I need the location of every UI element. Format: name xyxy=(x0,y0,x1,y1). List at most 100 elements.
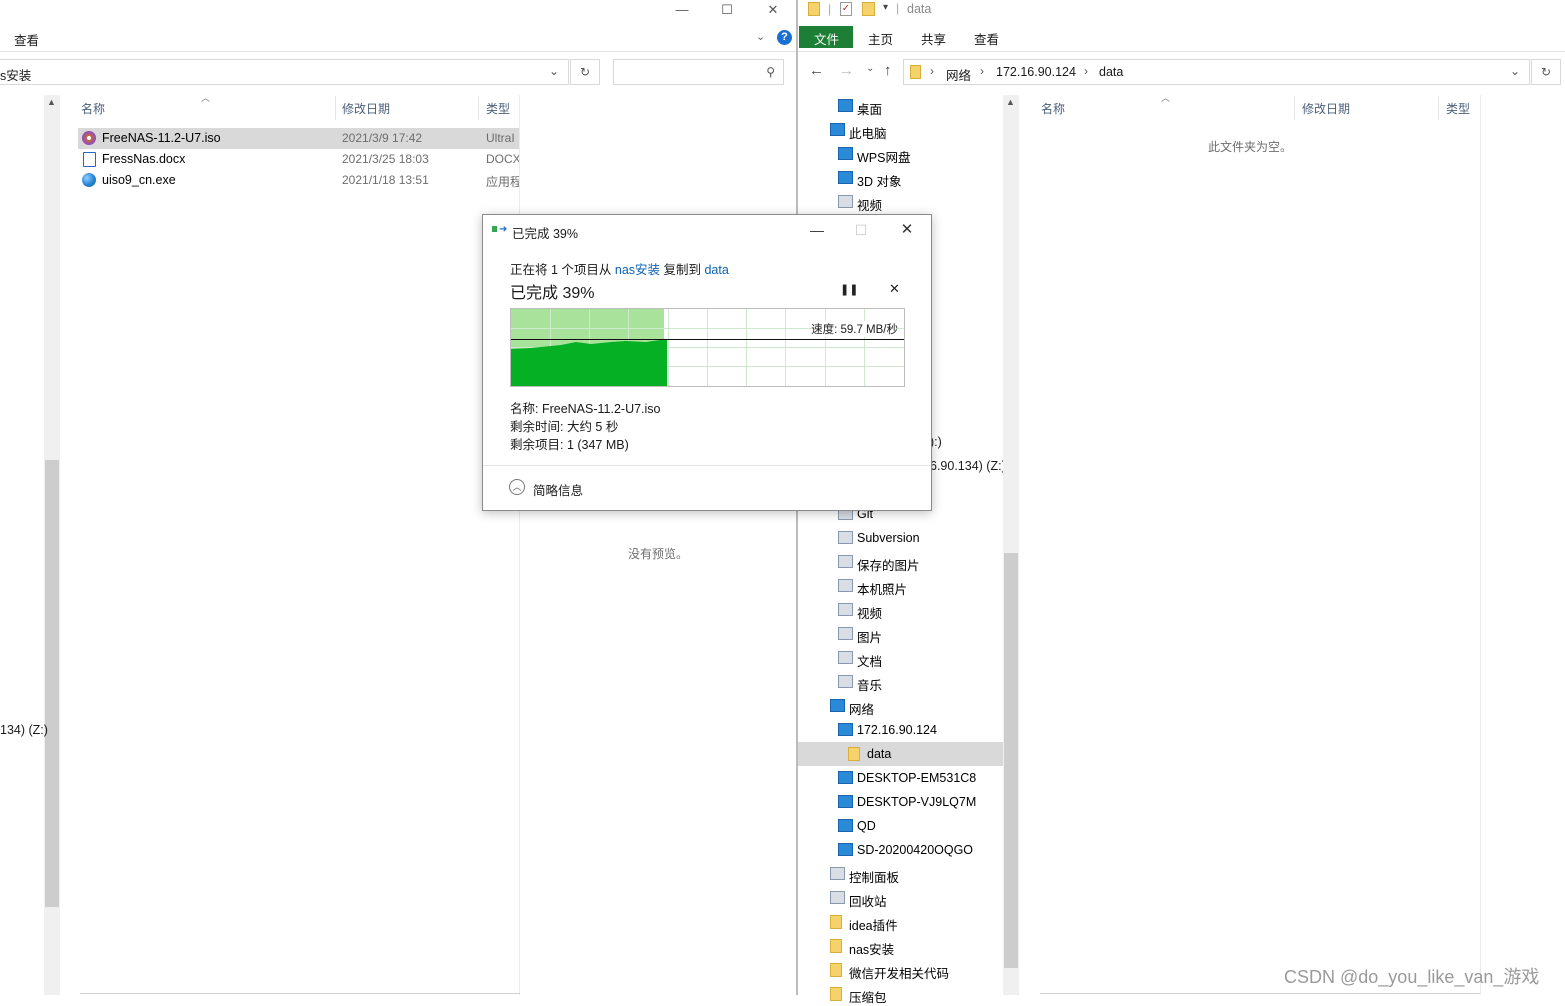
nav-item[interactable]: 本机照片 xyxy=(798,574,1003,598)
close-button[interactable]: ✕ xyxy=(750,0,796,22)
nav-item[interactable]: Subversion xyxy=(798,526,1003,550)
nav-item[interactable]: 文档 xyxy=(798,646,1003,670)
nav-item[interactable]: 3D 对象 xyxy=(798,166,1003,190)
cloud-icon xyxy=(838,147,853,160)
file-type: DOCX xyxy=(486,152,519,166)
tab-home[interactable]: 主页 xyxy=(868,29,893,48)
address-bar[interactable]: › 网络 › 172.16.90.124 › data ⌄ xyxy=(903,59,1530,85)
drive-label-fragment[interactable]: 134) (Z:) xyxy=(0,723,48,737)
column-type[interactable]: 类型 xyxy=(1446,100,1470,117)
nav-item[interactable]: 172.16.90.124 xyxy=(798,718,1003,742)
breadcrumb-chevron-icon[interactable]: › xyxy=(930,64,934,78)
refresh-button[interactable]: ↻ xyxy=(570,59,600,85)
address-dropdown-icon[interactable]: ⌄ xyxy=(549,64,559,78)
dialog-minimize-button[interactable]: — xyxy=(797,219,837,241)
nav-item[interactable]: 音乐 xyxy=(798,670,1003,694)
back-button[interactable]: ← xyxy=(809,62,824,79)
column-type[interactable]: 类型 xyxy=(486,100,510,117)
nav-item[interactable]: 网络 xyxy=(798,694,1003,718)
forward-button[interactable]: → xyxy=(839,62,854,79)
nav-item[interactable]: 桌面 xyxy=(798,94,1003,118)
up-button[interactable]: ↑ xyxy=(884,62,892,79)
nav-item[interactable]: nas安装 xyxy=(798,934,1003,958)
scroll-up-icon[interactable]: ▲ xyxy=(1006,97,1015,107)
copy-description: 正在将 1 个项目从 nas安装 复制到 data xyxy=(510,263,729,277)
nav-item[interactable]: 视频 xyxy=(798,598,1003,622)
qat-new-folder-icon[interactable] xyxy=(862,2,875,16)
nav-item-label: 172.16.90.124 xyxy=(857,723,937,737)
copy-transfer-icon: ➜ xyxy=(492,225,508,235)
nav-fragment[interactable]: 6.90.134) (Z:) xyxy=(930,459,1006,473)
ribbon-expand-icon[interactable]: ⌄ xyxy=(756,30,765,43)
source-link[interactable]: nas安装 xyxy=(615,263,660,277)
nav-item[interactable]: data xyxy=(798,742,1003,766)
address-bar[interactable]: s安装 ⌄ xyxy=(0,59,569,85)
tab-file[interactable]: 文件 xyxy=(799,26,853,48)
tab-view[interactable]: 查看 xyxy=(974,29,999,48)
destination-link[interactable]: data xyxy=(704,263,728,277)
nav-item[interactable]: QD xyxy=(798,814,1003,838)
address-dropdown-icon[interactable]: ⌄ xyxy=(1510,64,1520,78)
nav-item[interactable]: 图片 xyxy=(798,622,1003,646)
refresh-button[interactable]: ↻ xyxy=(1531,59,1561,85)
scroll-up-icon[interactable]: ▲ xyxy=(47,97,56,107)
column-modified[interactable]: 修改日期 xyxy=(1302,100,1350,117)
file-row[interactable]: FreeNAS-11.2-U7.iso 2021/3/9 17:42 Ultra… xyxy=(78,128,519,149)
nav-item-label: 视频 xyxy=(857,199,883,213)
recent-locations-icon[interactable]: ⌄ xyxy=(866,63,874,74)
nav-item[interactable]: 微信开发相关代码 xyxy=(798,958,1003,982)
column-name[interactable]: 名称 xyxy=(1041,100,1065,117)
nav-item[interactable]: 压缩包 xyxy=(798,982,1003,1006)
documents-icon xyxy=(838,651,853,664)
qat-dropdown-icon[interactable]: ▾ xyxy=(883,2,888,13)
nav-item[interactable]: 此电脑 xyxy=(798,118,1003,142)
help-icon[interactable]: ? xyxy=(777,30,792,45)
nav-item[interactable]: DESKTOP-EM531C8 xyxy=(798,766,1003,790)
search-input[interactable]: ⚲ xyxy=(613,59,784,85)
no-preview-text: 没有预览。 xyxy=(628,547,689,561)
nav-item[interactable]: 控制面板 xyxy=(798,862,1003,886)
file-modified: 2021/1/18 13:51 xyxy=(342,173,429,187)
minimize-button[interactable]: — xyxy=(659,0,705,22)
breadcrumb-chevron-icon[interactable]: › xyxy=(980,64,984,78)
file-name: FreeNAS-11.2-U7.iso xyxy=(102,131,221,145)
dialog-title: 已完成 39% xyxy=(512,227,578,241)
qat-folder-icon[interactable] xyxy=(808,2,820,16)
maximize-button[interactable]: ☐ xyxy=(704,0,750,22)
less-details-button[interactable]: ︿ 简略信息 xyxy=(509,479,629,499)
breadcrumb-host[interactable]: 172.16.90.124 xyxy=(996,65,1076,79)
column-name[interactable]: 名称 xyxy=(81,100,105,117)
file-row[interactable]: uiso9_cn.exe 2021/1/18 13:51 应用程 xyxy=(78,170,519,191)
nav-item[interactable]: DESKTOP-VJ9LQ7M xyxy=(798,790,1003,814)
nav-item[interactable]: 保存的图片 xyxy=(798,550,1003,574)
pictures-icon xyxy=(838,579,853,592)
nav-item-label: DESKTOP-VJ9LQ7M xyxy=(857,795,977,809)
nav-scrollbar-thumb[interactable] xyxy=(1004,553,1018,968)
folder-icon xyxy=(830,939,842,953)
sort-arrow-icon: ︿ xyxy=(1161,93,1171,103)
window-title: data xyxy=(907,2,932,16)
nav-item[interactable]: WPS网盘 xyxy=(798,142,1003,166)
cancel-button[interactable]: ✕ xyxy=(889,281,900,297)
nav-item[interactable]: 视频 xyxy=(798,190,1003,214)
nav-item[interactable]: SD-20200420OQGO xyxy=(798,838,1003,862)
breadcrumb-network[interactable]: 网络 xyxy=(946,65,971,84)
dialog-close-button[interactable]: ✕ xyxy=(887,219,927,241)
file-row[interactable]: FressNas.docx 2021/3/25 18:03 DOCX xyxy=(78,149,519,170)
qat-properties-icon[interactable]: ✓ xyxy=(840,2,852,16)
nav-item[interactable]: 回收站 xyxy=(798,886,1003,910)
nav-item-label: 网络 xyxy=(849,703,875,717)
dialog-maximize-button[interactable]: ☐ xyxy=(841,219,881,241)
column-modified[interactable]: 修改日期 xyxy=(342,100,390,117)
speed-label: 速度: 59.7 MB/秒 xyxy=(811,321,898,337)
tab-share[interactable]: 共享 xyxy=(921,29,946,48)
recycle-bin-icon xyxy=(830,891,845,904)
pause-button[interactable]: ❚❚ xyxy=(840,283,858,296)
video-icon xyxy=(838,603,853,616)
breadcrumb-chevron-icon[interactable]: › xyxy=(1084,64,1088,78)
word-document-icon xyxy=(83,152,96,167)
breadcrumb-data[interactable]: data xyxy=(1099,65,1123,79)
ribbon-tab-view[interactable]: 查看 xyxy=(14,30,39,49)
nav-scrollbar-thumb[interactable] xyxy=(45,460,59,907)
nav-item[interactable]: idea插件 xyxy=(798,910,1003,934)
